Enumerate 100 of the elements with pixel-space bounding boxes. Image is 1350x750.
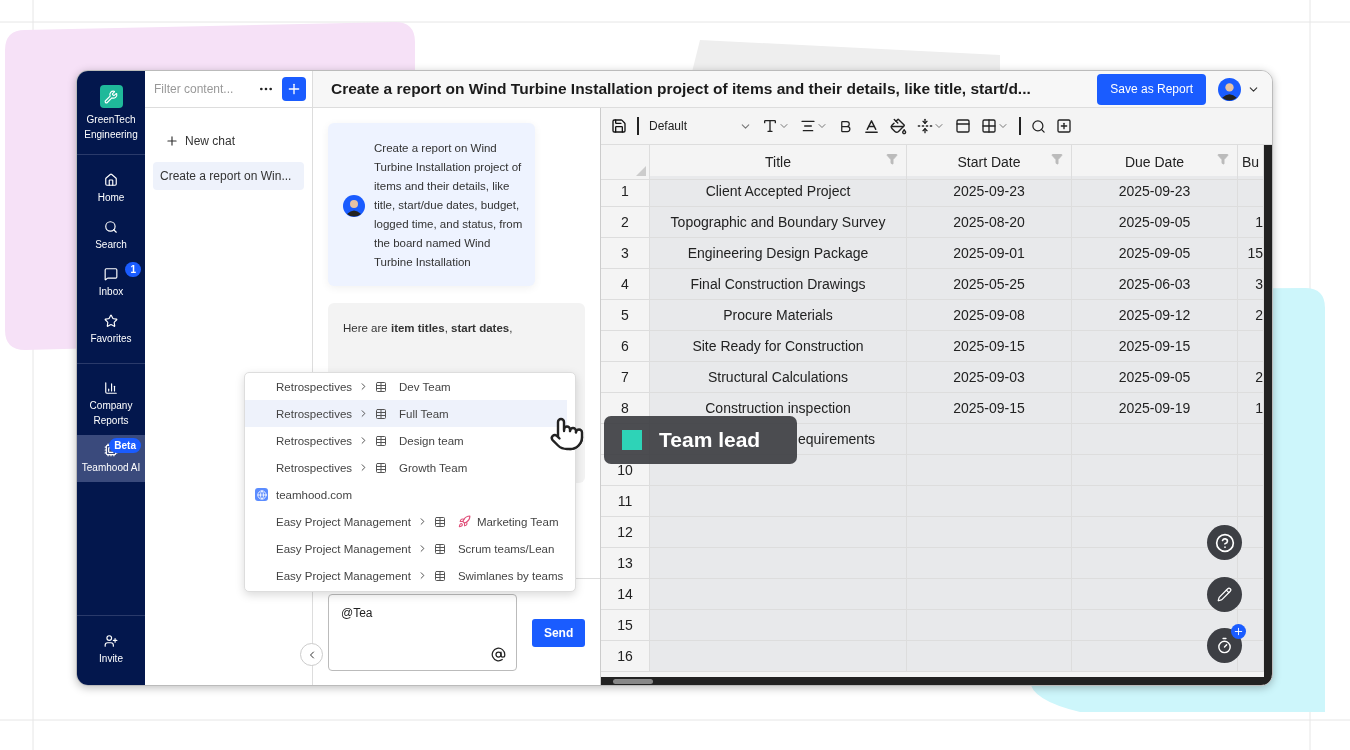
- org-name: GreenTech Engineering: [83, 113, 139, 142]
- avatar-icon: [1218, 77, 1241, 101]
- row-number: 3: [601, 238, 650, 269]
- nav-icon: [104, 381, 118, 395]
- borders-button[interactable]: [981, 118, 1009, 134]
- bold-icon[interactable]: [838, 118, 853, 134]
- new-chat-button[interactable]: New chat: [165, 130, 312, 152]
- add-button[interactable]: [282, 77, 306, 101]
- table-icon: [433, 542, 446, 555]
- mention-item[interactable]: Retrospectives Full Team: [245, 400, 567, 427]
- text-size-button[interactable]: [762, 118, 790, 134]
- align-button[interactable]: [800, 118, 828, 134]
- table-cell: Engineering Design Package: [650, 238, 907, 269]
- table-cell: 2025-09-08: [907, 300, 1072, 331]
- row-number: 14: [601, 579, 650, 610]
- table-cell: [1238, 455, 1264, 486]
- table-cell: Topographic and Boundary Survey: [650, 207, 907, 238]
- nav-item[interactable]: Favorites: [77, 306, 145, 353]
- align-icon: [800, 118, 816, 134]
- nav-item[interactable]: Beta Teamhood AI: [77, 435, 145, 482]
- table-cell: 2025-09-05: [1072, 362, 1238, 393]
- logo-icon: [99, 85, 123, 108]
- nav-icon: [104, 219, 118, 234]
- nav-item[interactable]: Home: [77, 165, 145, 212]
- fill-color-icon[interactable]: [890, 117, 907, 135]
- chat-title: Create a report on Wind Turbine Installation project of items and their details, like title, start/d...: [331, 80, 1032, 98]
- row-number: 4: [601, 269, 650, 300]
- table-cell: 2025-09-15: [1072, 331, 1238, 362]
- count-badge: 1: [125, 262, 141, 277]
- font-select[interactable]: Default: [649, 119, 752, 133]
- table-cell: Final Construction Drawings: [650, 269, 907, 300]
- table-cell: 2025-09-19: [1072, 393, 1238, 424]
- table-cell: 3: [1238, 269, 1264, 300]
- rocket-icon: [457, 515, 471, 528]
- nav-item[interactable]: Search: [77, 212, 145, 259]
- table-cell: [1238, 424, 1264, 455]
- row-number: 16: [601, 641, 650, 672]
- table-icon: [433, 569, 446, 582]
- table-icon: [433, 515, 446, 528]
- save-icon[interactable]: [611, 118, 627, 134]
- timer-icon: [1216, 637, 1233, 654]
- table-icon: [375, 461, 388, 474]
- nav-item[interactable]: Invite: [77, 626, 145, 673]
- send-button[interactable]: Send: [532, 619, 585, 647]
- table-cell: 1: [1238, 393, 1264, 424]
- count-badge: Beta: [109, 438, 141, 453]
- message-text: Create a report on Wind Turbine Installation project of items and their details, like title, start/due dates, budget, logged time, and status, from the board named Wind Turbine Installation: [374, 141, 524, 270]
- table-cell: 2025-09-05: [1072, 238, 1238, 269]
- table-cell: [1238, 331, 1264, 362]
- table-cell: 2025-09-15: [907, 331, 1072, 362]
- row-number: 7: [601, 362, 650, 393]
- chat-item[interactable]: Create a report on Win...: [153, 162, 304, 190]
- mention-item[interactable]: Easy Project Management Marketing Team: [245, 508, 567, 535]
- message-text: Here are item titles, start dates,: [343, 322, 513, 334]
- row-height-button[interactable]: [917, 118, 945, 134]
- mention-item[interactable]: teamhood.com: [245, 481, 567, 508]
- nav-item[interactable]: 1 Inbox: [77, 259, 145, 306]
- row-number: 2: [601, 207, 650, 238]
- nav-item[interactable]: Company Reports: [77, 374, 145, 435]
- panel-icon[interactable]: [955, 118, 971, 134]
- table-icon: [375, 380, 388, 393]
- table-cell: Procure Materials: [650, 300, 907, 331]
- plus-icon: [286, 81, 302, 97]
- table-cell: 2025-08-20: [907, 207, 1072, 238]
- row-number: 5: [601, 300, 650, 331]
- table-cell: 2: [1238, 300, 1264, 331]
- message-field[interactable]: @Tea: [328, 594, 518, 671]
- globe-icon: [255, 488, 268, 501]
- table-cell: 2025-06-03: [1072, 269, 1238, 300]
- table-cell: Client Accepted Project: [650, 176, 907, 207]
- mention-icon[interactable]: [491, 647, 507, 662]
- table-cell: 2025-09-23: [1072, 176, 1238, 207]
- team-lead-tag: Team lead: [604, 416, 797, 464]
- grid-icon: [981, 118, 997, 134]
- mention-item[interactable]: Easy Project Management Swimlanes by teams: [245, 562, 567, 589]
- message-input[interactable]: @Tea: [339, 605, 507, 621]
- text-size-icon: [762, 118, 778, 134]
- table-icon: [375, 434, 388, 447]
- text-color-icon[interactable]: [863, 117, 880, 135]
- row-number: 15: [601, 610, 650, 641]
- table-cell: 2025-09-03: [907, 362, 1072, 393]
- table-cell: 15: [1238, 238, 1264, 269]
- table-cell: [1238, 486, 1264, 517]
- corner-icon: [636, 166, 646, 176]
- row-height-icon: [917, 118, 933, 134]
- help-icon: [1214, 532, 1235, 553]
- search-icon[interactable]: [1031, 118, 1046, 134]
- filter-field[interactable]: Filter content...: [152, 81, 252, 97]
- mention-item[interactable]: Retrospectives Growth Team: [245, 454, 567, 481]
- table-cell: 2025-09-23: [907, 176, 1072, 207]
- mention-item[interactable]: Easy Project Management Scrum teams/Lean: [245, 535, 567, 562]
- scrollbar[interactable]: [1264, 145, 1272, 685]
- mention-item[interactable]: Retrospectives Dev Team: [245, 373, 567, 400]
- table-cell: [1238, 579, 1264, 610]
- table-cell: 2025-05-25: [907, 269, 1072, 300]
- collapse-button[interactable]: [300, 643, 323, 666]
- nav-icon: [104, 313, 118, 328]
- table-cell: [1238, 517, 1264, 548]
- pencil-icon: [1217, 587, 1232, 602]
- save-report-button[interactable]: Save as Report: [1097, 73, 1206, 105]
